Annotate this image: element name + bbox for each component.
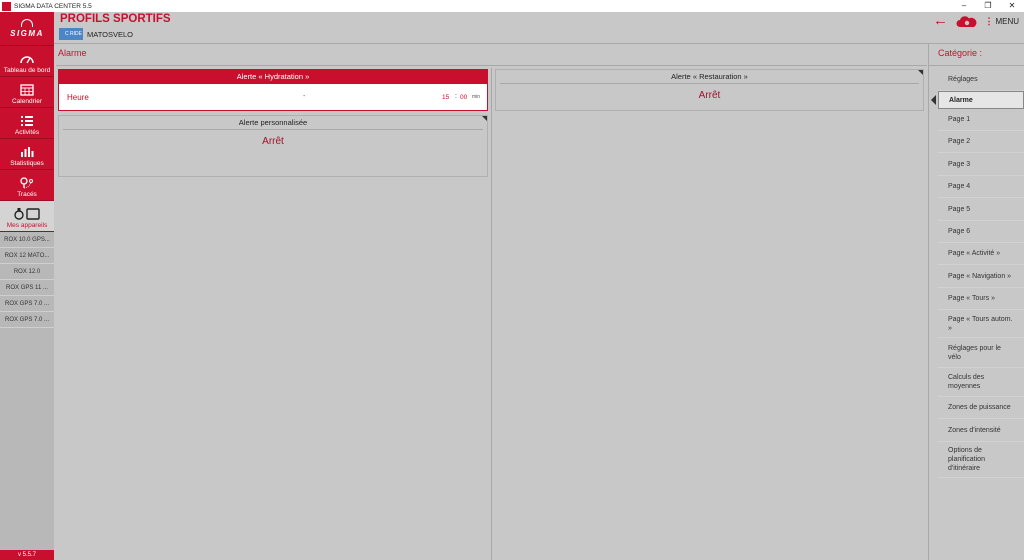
sidebar: SIGMA Tableau de bord Calendrier Activit… [0,12,54,560]
devices-icon [12,207,42,221]
app-icon [2,1,11,11]
time-row-dash: - [303,93,306,100]
custom-alert-value[interactable]: Arrêt [59,136,487,147]
hydration-alert-card[interactable]: Alerte « Hydratation » Heure - 15 : 00 m… [58,69,488,111]
section-title: Alarme [58,48,87,58]
sidebar-item-activities[interactable]: Activités [0,108,54,139]
card-header-label: Alerte personnalisée [238,118,308,127]
logo-text: SIGMA [10,29,44,38]
category-title: Catégorie : [938,48,983,58]
time-row: Heure - 15 : 00 min [59,84,487,110]
sidebar-item-label: Activités [14,129,40,136]
category-item[interactable]: Page 4 [938,176,1024,198]
sidebar-item-calendar[interactable]: Calendrier [0,77,54,108]
category-item[interactable]: Options de planification d'itinéraire [938,442,1024,478]
sidebar-item-tracks[interactable]: Tracés [0,170,54,201]
card-header: Alerte « Restauration » [500,70,923,84]
expand-corner-icon [482,116,487,121]
cloud-sync-icon[interactable] [956,15,978,33]
hours-input[interactable]: 15 [442,94,449,101]
sidebar-item-label: Tableau de bord [3,67,51,74]
page-title: PROFILS SPORTIFS [60,13,171,25]
column-divider [491,68,492,560]
sidebar-item-label: Calendrier [12,98,42,105]
time-colon: : [455,93,457,100]
category-item[interactable]: Page 1 [938,109,1024,131]
time-unit: min [472,94,481,100]
card-header: Alerte « Hydratation » [59,70,487,84]
card-header-label: Alerte « Restauration » [671,72,748,81]
window-titlebar: SIGMA DATA CENTER 5.5 – ❐ ✕ [0,0,1024,12]
page-header: PROFILS SPORTIFS C RIDE MATOSVELO ← ⋮ ME… [54,12,1024,44]
route-icon [19,176,35,190]
window-controls: – ❐ ✕ [952,0,1024,12]
menu-dots-icon: ⋮ [984,16,994,26]
device-item[interactable]: ROX 12.0 [0,264,54,280]
category-item-label: Alarme [949,96,973,104]
category-divider [929,65,1024,66]
restauration-alert-card[interactable]: Alerte « Restauration » Arrêt [495,69,924,111]
category-item[interactable]: Page « Tours » [938,288,1024,310]
minutes-input[interactable]: 00 [460,94,467,101]
sidebar-item-label: Statistiques [10,160,44,167]
category-item[interactable]: Réglages pour le vélo [938,338,1024,368]
restauration-value[interactable]: Arrêt [496,90,923,101]
custom-alert-card[interactable]: Alerte personnalisée Arrêt [58,115,488,177]
category-item[interactable]: Page 6 [938,221,1024,243]
speedometer-icon [19,52,35,66]
logo-mark-icon [21,19,33,27]
back-arrow-icon[interactable]: ← [933,13,948,28]
sidebar-item-devices[interactable]: Mes appareils [0,201,54,232]
device-item[interactable]: ROX 12 MATO... [0,248,54,264]
category-item[interactable]: Page 3 [938,153,1024,176]
category-item[interactable]: Calculs des moyennes [938,368,1024,397]
bar-chart-icon [19,145,35,159]
device-item[interactable]: ROX GPS 7.0 ... [0,296,54,312]
category-item-active[interactable]: Alarme [931,91,1024,109]
category-item[interactable]: Zones de puissance [938,397,1024,419]
window-title: SIGMA DATA CENTER 5.5 [14,2,92,10]
category-item[interactable]: Page « Tours autom. » [938,310,1024,338]
selected-pointer-icon [931,95,936,105]
category-list: Réglages Alarme Page 1 Page 2 Page 3 Pag… [931,69,1024,478]
sidebar-item-label: Tracés [17,191,37,198]
version-label: v 5.5.7 [0,550,54,560]
device-item[interactable]: ROX GPS 7.0 ... [0,312,54,328]
category-item[interactable]: Page 2 [938,131,1024,153]
device-item[interactable]: ROX 10.0 GPS... [0,232,54,248]
category-item[interactable]: Page « Navigation » [938,265,1024,288]
category-item[interactable]: Page « Activité » [938,243,1024,265]
expand-corner-icon [918,70,923,75]
device-item[interactable]: ROX GPS 11 ... [0,280,54,296]
category-panel: Catégorie : Réglages Alarme Page 1 Page … [929,44,1024,560]
sidebar-item-statistics[interactable]: Statistiques [0,139,54,170]
category-item[interactable]: Réglages [938,69,1024,91]
sigma-logo[interactable]: SIGMA [0,12,54,46]
time-row-label: Heure [67,93,89,102]
close-button[interactable]: ✕ [1000,0,1024,12]
profile-name: MATOSVELO [87,30,133,39]
sidebar-item-label: Mes appareils [6,222,48,229]
card-header: Alerte personnalisée [63,116,487,130]
sidebar-item-dashboard[interactable]: Tableau de bord [0,46,54,77]
profile-badge: C RIDE [59,28,83,40]
menu-button[interactable]: ⋮ MENU [984,16,1019,27]
category-item[interactable]: Page 5 [938,198,1024,221]
section-divider [56,65,927,66]
calendar-icon [19,83,35,97]
list-icon [19,114,35,128]
minimize-button[interactable]: – [952,0,976,12]
menu-label: MENU [995,17,1019,26]
category-item[interactable]: Zones d'intensité [938,419,1024,442]
main-content: Alarme Alerte « Hydratation » Heure - 15… [54,44,929,560]
maximize-button[interactable]: ❐ [976,0,1000,12]
